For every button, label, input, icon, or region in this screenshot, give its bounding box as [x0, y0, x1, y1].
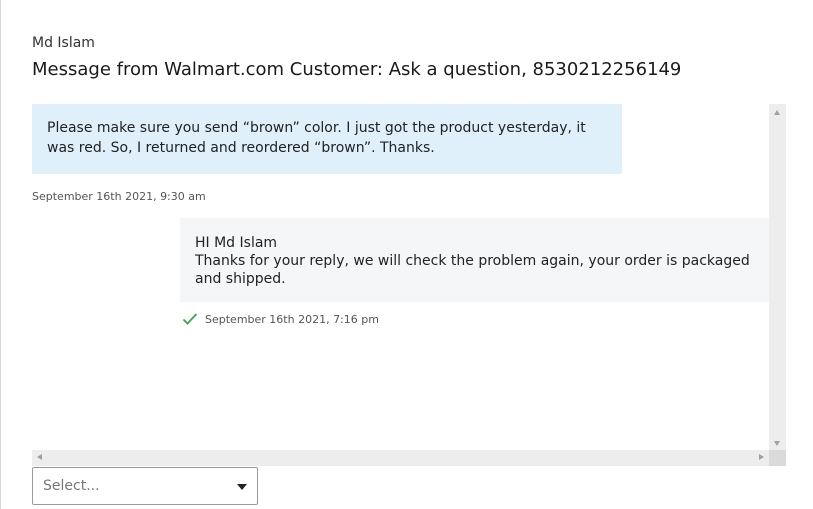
incoming-message: Please make sure you send “brown” color.… — [32, 104, 622, 174]
message-page: Md Islam Message from Walmart.com Custom… — [0, 0, 813, 509]
sender-name: Md Islam — [32, 35, 95, 51]
reply-select[interactable]: Select... — [32, 467, 258, 505]
outgoing-message: HI Md Islam Thanks for your reply, we wi… — [180, 218, 769, 302]
scrollbar-corner — [769, 450, 786, 466]
checkmark-icon — [182, 313, 198, 325]
scroll-right-icon[interactable] — [759, 454, 764, 460]
outgoing-status: September 16th 2021, 7:16 pm — [182, 312, 379, 326]
outgoing-greeting: HI Md Islam — [195, 235, 278, 251]
chevron-down-icon[interactable] — [237, 484, 247, 490]
outgoing-body: Thanks for your reply, we will check the… — [195, 253, 750, 287]
message-subject: Message from Walmart.com Customer: Ask a… — [32, 59, 682, 80]
scroll-left-icon[interactable] — [37, 454, 42, 460]
message-thread[interactable]: Please make sure you send “brown” color.… — [32, 104, 786, 466]
incoming-timestamp: September 16th 2021, 9:30 am — [32, 190, 206, 203]
horizontal-scrollbar[interactable] — [32, 450, 786, 466]
vertical-scrollbar[interactable] — [769, 104, 786, 450]
scroll-up-icon[interactable] — [774, 110, 780, 115]
outgoing-timestamp: September 16th 2021, 7:16 pm — [205, 312, 379, 326]
scroll-down-icon[interactable] — [774, 441, 780, 446]
reply-select-placeholder: Select... — [43, 478, 100, 494]
